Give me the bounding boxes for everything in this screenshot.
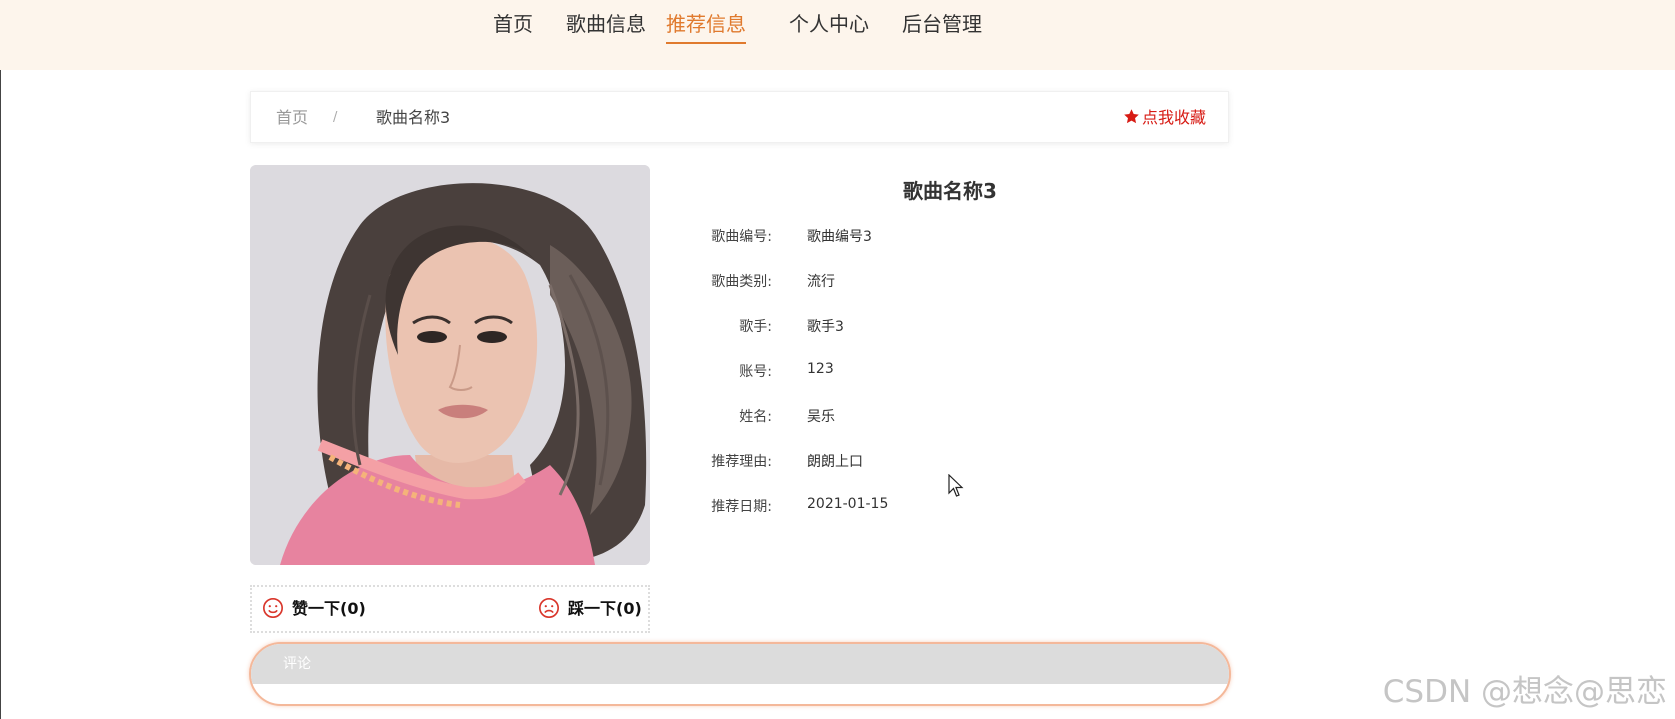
comment-header: 评论: [251, 644, 1229, 684]
mouse-cursor-icon: [948, 474, 964, 497]
song-cover-image: [250, 165, 650, 565]
field-value-date: 2021-01-15: [807, 496, 889, 512]
field-value-reason: 朗朗上口: [807, 454, 863, 470]
nav-item-songs[interactable]: 歌曲信息: [566, 8, 646, 42]
field-label-name: 姓名:: [739, 409, 772, 425]
comment-section[interactable]: 评论: [249, 642, 1231, 706]
dislike-button[interactable]: 踩一下(0): [538, 587, 642, 631]
like-label: 赞一下(0): [292, 599, 366, 618]
nav-item-home[interactable]: 首页: [493, 8, 533, 42]
nav-item-personal-center[interactable]: 个人中心: [789, 8, 869, 42]
top-navigation: 首页 歌曲信息 推荐信息 个人中心 后台管理: [0, 0, 1675, 70]
nav-item-admin[interactable]: 后台管理: [902, 8, 982, 42]
like-button[interactable]: 赞一下(0): [262, 587, 366, 631]
field-value-account: 123: [807, 361, 834, 377]
field-value-song-category: 流行: [807, 274, 835, 290]
field-label-reason: 推荐理由:: [711, 454, 772, 470]
star-icon: [1124, 109, 1139, 124]
breadcrumb-current: 歌曲名称3: [376, 108, 451, 127]
breadcrumb: 首页 / 歌曲名称3 点我收藏: [250, 91, 1229, 143]
smile-face-icon: [263, 598, 283, 618]
field-label-account: 账号:: [739, 364, 772, 380]
singer-photo: [250, 165, 650, 565]
page-root: 首页 歌曲信息 推荐信息 个人中心 后台管理 首页 / 歌曲名称3 点我收藏 赞…: [0, 0, 1675, 719]
nav-item-recommend[interactable]: 推荐信息: [666, 8, 746, 44]
vote-box: 赞一下(0) 踩一下(0): [250, 585, 650, 633]
dislike-label: 踩一下(0): [568, 599, 642, 618]
window-edge: [0, 0, 1, 719]
field-label-song-category: 歌曲类别:: [711, 274, 772, 290]
csdn-watermark: CSDN @想念@思恋: [1382, 674, 1667, 710]
sad-face-icon: [539, 598, 559, 618]
comment-label: 评论: [283, 656, 311, 672]
field-label-song-number: 歌曲编号:: [711, 229, 772, 245]
song-title: 歌曲名称3: [903, 179, 997, 203]
field-label-date: 推荐日期:: [711, 499, 772, 515]
field-value-song-number: 歌曲编号3: [807, 229, 872, 245]
field-value-name: 吴乐: [807, 409, 835, 425]
favorite-label: 点我收藏: [1141, 108, 1206, 127]
breadcrumb-separator: /: [333, 110, 338, 125]
field-value-singer: 歌手3: [807, 319, 844, 335]
field-label-singer: 歌手:: [739, 319, 772, 335]
breadcrumb-home-link[interactable]: 首页: [276, 92, 308, 144]
favorite-button[interactable]: 点我收藏: [1123, 92, 1206, 144]
